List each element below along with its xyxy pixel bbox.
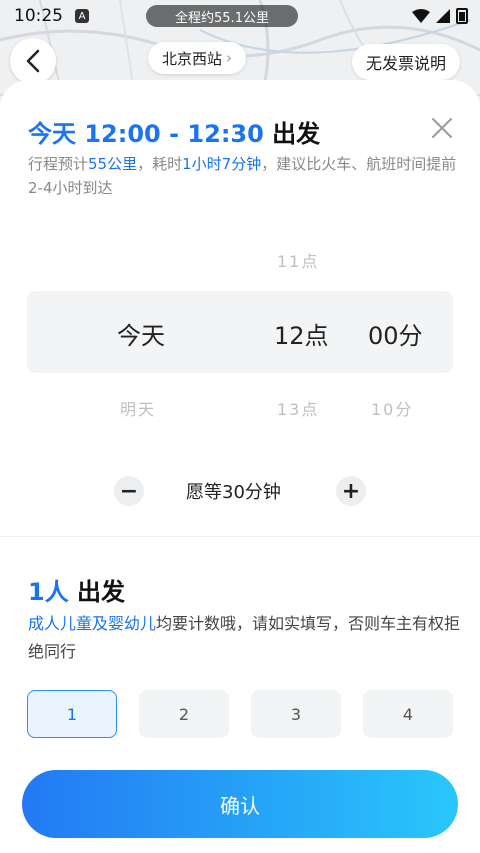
system-icons <box>412 8 468 24</box>
wait-minus-button[interactable]: − <box>114 476 144 506</box>
passenger-title: 1人 出发 <box>28 572 125 607</box>
wifi-icon <box>412 9 430 23</box>
picker-day-selected[interactable]: 今天 <box>117 316 165 351</box>
wait-plus-button[interactable]: + <box>336 476 366 506</box>
confirm-button[interactable]: 确认 <box>22 770 458 838</box>
status-time: 10:25 <box>14 6 63 26</box>
departure-time-range: 今天 12:00 - 12:30 <box>28 120 264 148</box>
passenger-option-3[interactable]: 3 <box>251 690 341 738</box>
picker-minute-selected[interactable]: 00分 <box>368 316 423 351</box>
passenger-option-2[interactable]: 2 <box>139 690 229 738</box>
trip-distance: 55公里 <box>88 155 138 173</box>
section-divider <box>0 536 480 537</box>
picker-hour-above[interactable]: 11点 <box>277 248 319 272</box>
passenger-info-highlight: 成人儿童及婴幼儿 <box>28 614 157 633</box>
chevron-right-icon: › <box>226 49 233 67</box>
back-button[interactable] <box>10 38 56 84</box>
trip-info-text: ，耗时 <box>137 155 183 173</box>
departure-sheet: 今天 12:00 - 12:30 出发 行程预计55公里，耗时1小时7分钟，建议… <box>0 80 480 853</box>
station-name: 北京西站 <box>162 49 223 68</box>
picker-day-below[interactable]: 明天 <box>120 396 156 420</box>
departure-suffix: 出发 <box>263 120 321 148</box>
trip-info-text: 行程预计 <box>28 155 89 173</box>
passenger-count: 1人 <box>28 578 69 606</box>
trip-info: 行程预计55公里，耗时1小时7分钟，建议比火车、航班时间提前2-4小时到达 <box>28 152 468 200</box>
passenger-suffix: 出发 <box>68 578 126 606</box>
departure-title: 今天 12:00 - 12:30 出发 <box>28 114 320 149</box>
battery-icon <box>456 8 468 24</box>
app-notification-icon: A <box>75 9 89 23</box>
passenger-option-4[interactable]: 4 <box>363 690 453 738</box>
signal-icon <box>436 9 450 23</box>
station-chip[interactable]: 北京西站 › <box>148 42 247 74</box>
passenger-info: 成人儿童及婴幼儿均要计数哦，请如实填写，否则车主有权拒绝同行 <box>28 610 474 666</box>
trip-duration: 1小时7分钟 <box>182 155 262 173</box>
passenger-option-1[interactable]: 1 <box>27 690 117 738</box>
chevron-left-icon <box>26 49 40 73</box>
picker-hour-below[interactable]: 13点 <box>277 396 319 420</box>
picker-minute-below[interactable]: 10分 <box>371 396 413 420</box>
invoice-info-button[interactable]: 无发票说明 <box>351 44 460 80</box>
picker-hour-selected[interactable]: 12点 <box>274 316 329 351</box>
wait-time-label: 愿等30分钟 <box>186 482 281 503</box>
close-icon[interactable] <box>430 116 454 140</box>
route-summary-pill: 全程约55.1公里 <box>146 5 298 27</box>
